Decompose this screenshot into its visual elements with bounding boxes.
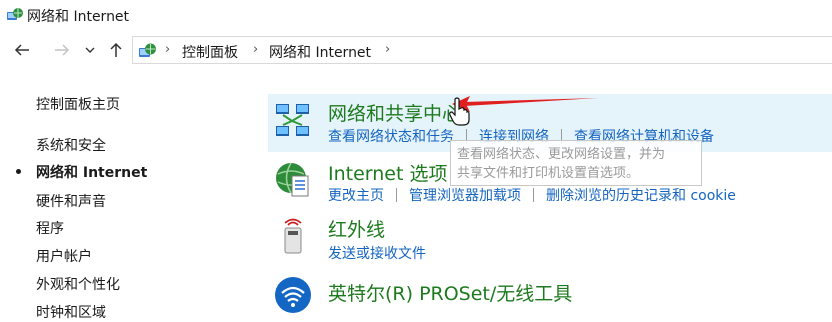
- network-app-icon: [7, 8, 23, 20]
- category-infrared[interactable]: 红外线 发送或接收文件: [268, 212, 832, 264]
- sidebar-item-network-internet[interactable]: 网络和 Internet: [36, 162, 147, 182]
- tooltip-line: 共享文件和打印机设置首选项。: [457, 166, 640, 181]
- tooltip: 查看网络状态、更改网络设置，并为 共享文件和打印机设置首选项。: [450, 140, 702, 186]
- sidebar-item-control-panel-home[interactable]: 控制面板主页: [36, 94, 120, 114]
- link-view-network-status[interactable]: 查看网络状态和任务: [328, 126, 454, 146]
- network-sharing-icon: [276, 104, 309, 136]
- window-title: 网络和 Internet: [27, 9, 130, 25]
- chevron-down-icon: [85, 47, 95, 53]
- annotation-arrow-icon: [452, 96, 598, 112]
- control-panel-icon: [139, 43, 156, 57]
- breadcrumb-control-panel[interactable]: 控制面板: [182, 42, 238, 62]
- link-change-homepage[interactable]: 更改主页: [328, 185, 384, 205]
- breadcrumb-network-internet[interactable]: 网络和 Internet: [269, 42, 371, 62]
- sidebar-item-hardware-sound[interactable]: 硬件和声音: [36, 191, 106, 211]
- sidebar-item-user-accounts[interactable]: 用户帐户: [36, 246, 92, 266]
- sidebar-item-system-security[interactable]: 系统和安全: [36, 135, 106, 155]
- breadcrumb-separator: ›: [165, 42, 171, 57]
- link-delete-history[interactable]: 删除浏览的历史记录和 cookie: [546, 185, 736, 205]
- category-title[interactable]: Internet 选项: [328, 159, 447, 186]
- category-links: 发送或接收文件: [328, 243, 426, 263]
- tooltip-line: 查看网络状态、更改网络设置，并为: [457, 147, 666, 162]
- current-item-bullet: [16, 169, 21, 174]
- category-title[interactable]: 红外线: [328, 215, 385, 242]
- category-links: 更改主页 管理浏览器加载项 删除浏览的历史记录和 cookie: [328, 185, 736, 205]
- arrow-left-icon: [14, 44, 29, 56]
- breadcrumb-separator: ›: [253, 42, 259, 57]
- link-send-receive-files[interactable]: 发送或接收文件: [328, 243, 426, 263]
- arrow-up-icon: [110, 42, 122, 57]
- link-divider: [396, 188, 397, 202]
- link-manage-addons[interactable]: 管理浏览器加载项: [409, 185, 521, 205]
- sidebar-item-programs[interactable]: 程序: [36, 218, 64, 238]
- recent-locations-button[interactable]: [82, 38, 98, 62]
- link-divider: [533, 188, 534, 202]
- category-intel-proset-wireless[interactable]: 英特尔(R) PROSet/无线工具: [268, 270, 832, 316]
- category-title[interactable]: 网络和共享中心: [328, 99, 461, 126]
- wireless-icon: [275, 277, 311, 313]
- arrow-right-icon: [55, 44, 70, 56]
- sidebar-item-clock-region[interactable]: 时钟和区域: [36, 302, 106, 322]
- hand-cursor-icon: [449, 97, 470, 126]
- breadcrumb-separator: ›: [385, 42, 391, 57]
- internet-options-icon: [276, 162, 309, 197]
- navigation-row: › 控制面板 › 网络和 Internet ›: [0, 36, 832, 66]
- category-title[interactable]: 英特尔(R) PROSet/无线工具: [328, 279, 572, 306]
- title-bar: 网络和 Internet: [0, 0, 832, 32]
- back-button[interactable]: [10, 38, 34, 62]
- infrared-icon: [284, 218, 302, 254]
- up-button[interactable]: [104, 38, 128, 62]
- forward-button[interactable]: [50, 38, 74, 62]
- address-bar[interactable]: › 控制面板 › 网络和 Internet ›: [132, 36, 832, 64]
- sidebar-item-appearance[interactable]: 外观和个性化: [36, 274, 120, 294]
